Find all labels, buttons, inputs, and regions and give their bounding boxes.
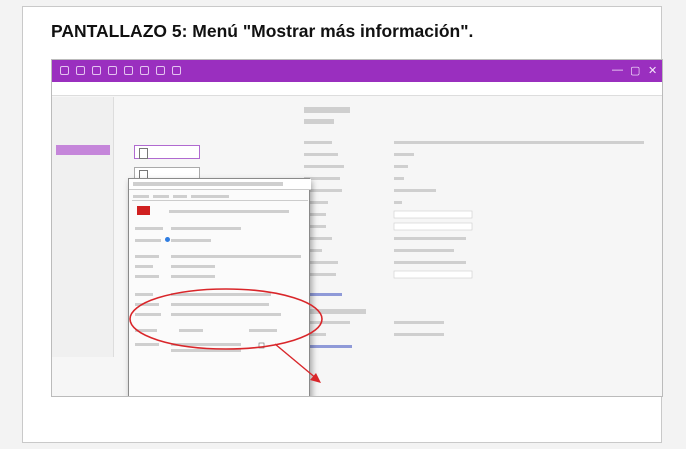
annotation-overlay xyxy=(129,288,323,383)
document-page: PANTALLAZO 5: Menú "Mostrar más informac… xyxy=(22,6,663,443)
arrow-line xyxy=(274,343,318,380)
highlight-ellipse xyxy=(129,288,323,350)
